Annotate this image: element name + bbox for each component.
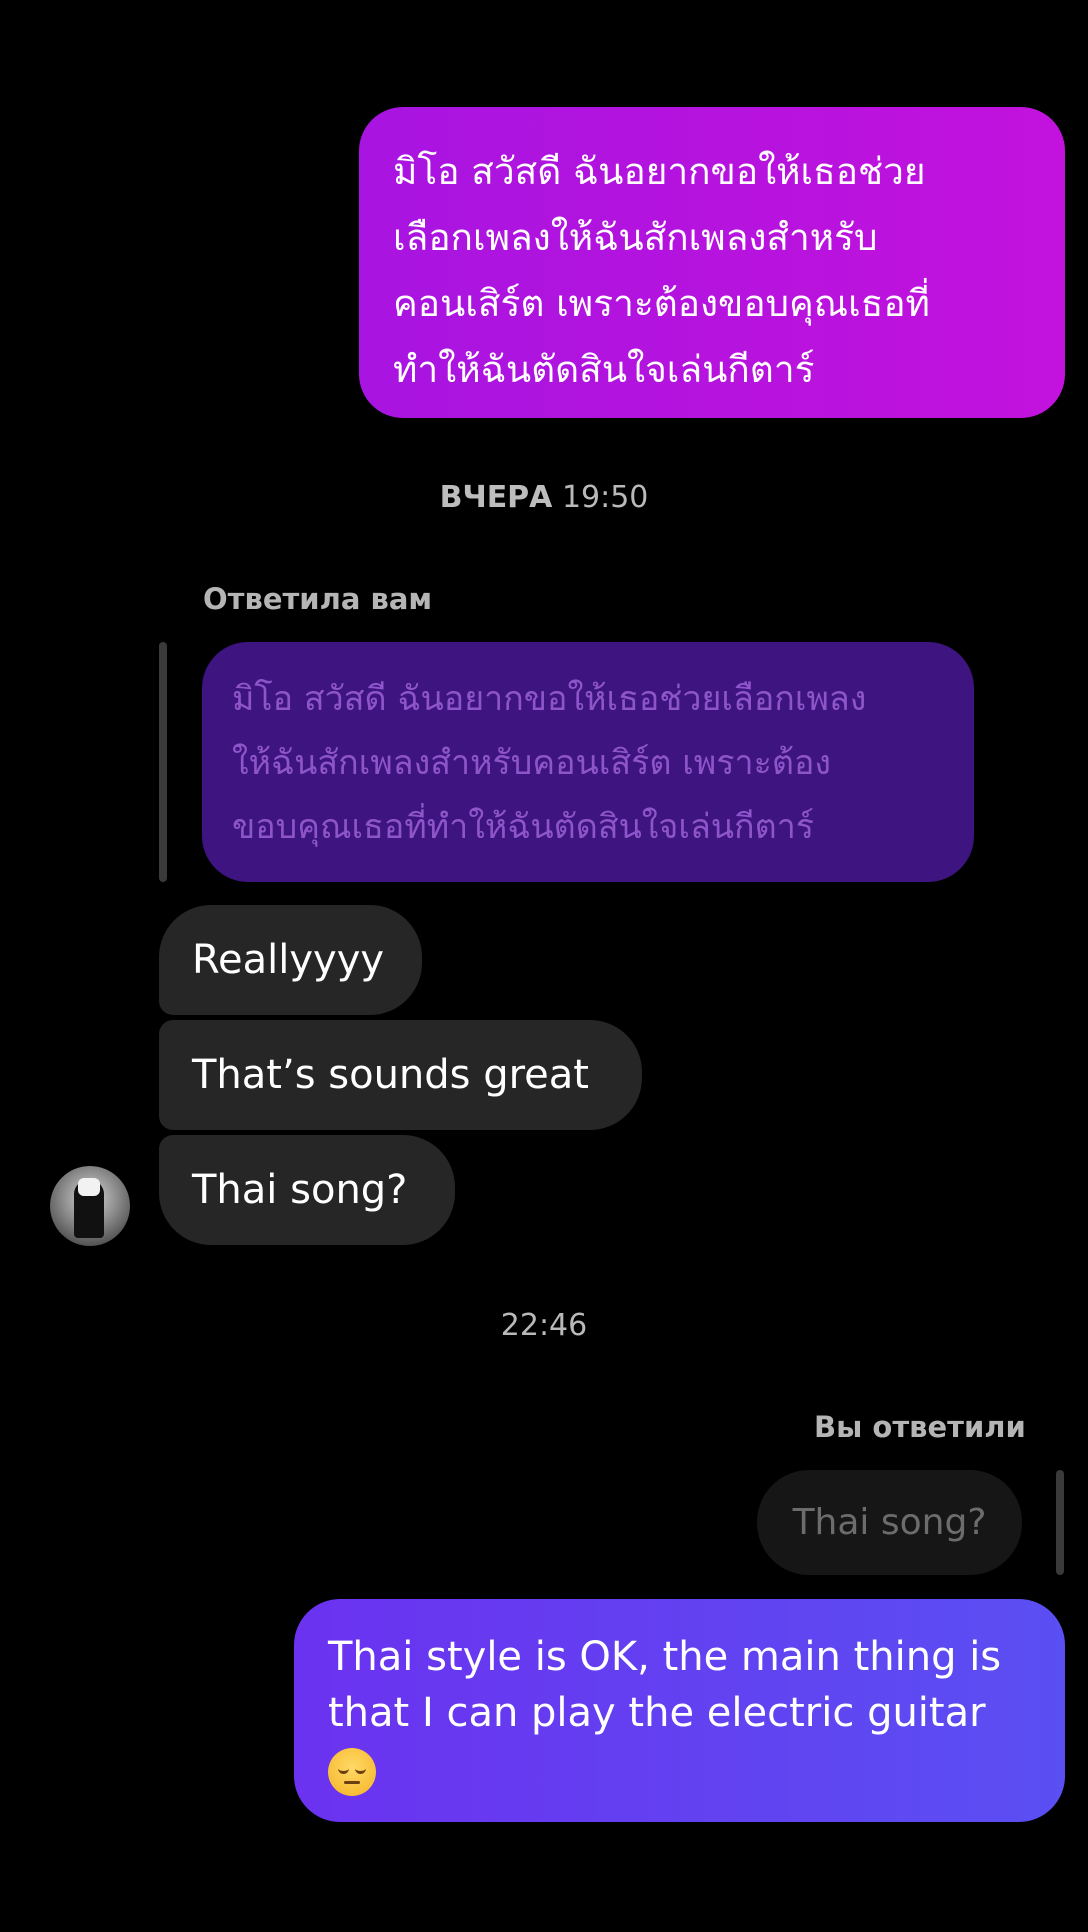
- timestamp-2246: 22:46: [500, 1308, 588, 1343]
- reply-label-outgoing: Вы ответили: [814, 1410, 1026, 1444]
- quoted-message-thai[interactable]: มิโอ สวัสดี ฉันอยากขอให้เธอช่วยเลือกเพลง…: [202, 642, 974, 882]
- timestamp-yesterday: ВЧЕРА 19:50: [0, 480, 1088, 515]
- relieved-face-icon: [328, 1748, 376, 1796]
- contact-avatar[interactable]: [50, 1166, 130, 1246]
- incoming-message-2[interactable]: That’s sounds great: [159, 1020, 642, 1130]
- avatar-face: [78, 1178, 100, 1196]
- reply-label-incoming: Ответила вам: [203, 582, 433, 616]
- outgoing-message-thai[interactable]: มิโอ สวัสดี ฉันอยากขอให้เธอช่วย เลือกเพล…: [359, 107, 1065, 418]
- reply-bar-incoming: [159, 642, 167, 882]
- outgoing-message-text: Thai style is OK, the main thing is that…: [328, 1634, 1002, 1736]
- incoming-message-1[interactable]: Reallyyyy: [159, 905, 422, 1015]
- quoted-message-reply[interactable]: Thai song?: [757, 1470, 1022, 1575]
- timestamp-time: 19:50: [561, 480, 649, 515]
- incoming-message-3[interactable]: Thai song?: [159, 1135, 455, 1245]
- timestamp-day: ВЧЕРА: [439, 480, 553, 515]
- outgoing-message-english[interactable]: Thai style is OK, the main thing is that…: [294, 1599, 1065, 1822]
- reply-bar-outgoing: [1056, 1470, 1064, 1575]
